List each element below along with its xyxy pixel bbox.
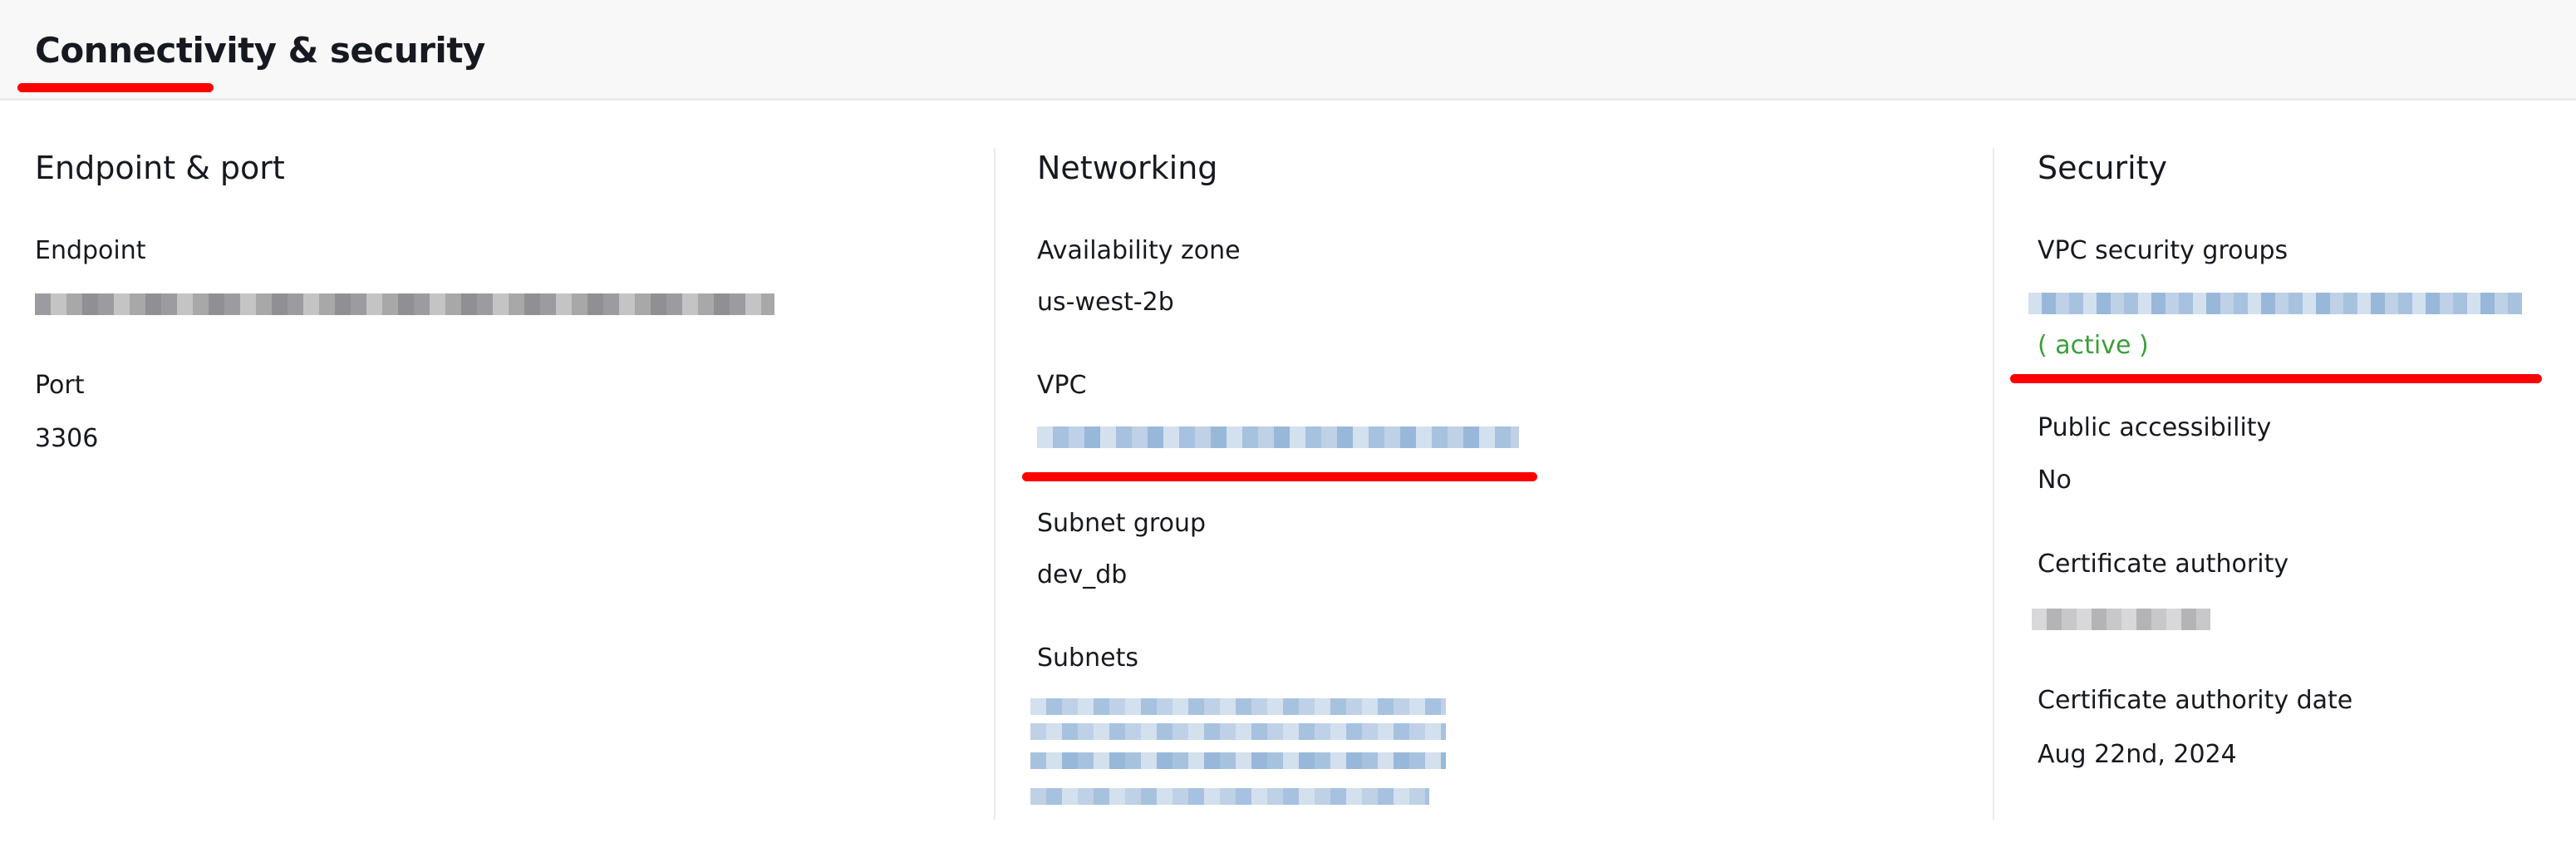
endpoint-label: Endpoint — [35, 236, 146, 265]
column-divider — [994, 148, 995, 820]
section-header: Connectivity & security — [0, 0, 2576, 101]
security-group-status: ( active ) — [2038, 331, 2149, 360]
endpoint-value-redacted[interactable] — [35, 293, 774, 315]
public-accessibility-value: No — [2038, 466, 2072, 495]
annotation-underline-security-group — [2010, 374, 2542, 383]
heading-networking: Networking — [1037, 150, 1218, 186]
subnet-item-redacted — [1030, 788, 1429, 805]
availability-zone-label: Availability zone — [1037, 236, 1241, 265]
vpc-label: VPC — [1037, 371, 1087, 400]
subnet-group-label: Subnet group — [1037, 509, 1206, 538]
vpc-security-groups-label: VPC security groups — [2038, 236, 2288, 265]
vpc-link-redacted[interactable] — [1037, 426, 1519, 448]
certificate-authority-value-redacted — [2032, 609, 2210, 630]
certificate-authority-date-value: Aug 22nd, 2024 — [2038, 740, 2237, 769]
security-group-link-redacted[interactable] — [2028, 293, 2522, 314]
public-accessibility-label: Public accessibility — [2038, 413, 2272, 442]
annotation-underline-title — [17, 83, 214, 92]
certificate-authority-date-label: Certificate authority date — [2038, 686, 2353, 715]
section-title: Connectivity & security — [35, 30, 485, 71]
heading-security: Security — [2038, 150, 2168, 186]
subnets-label: Subnets — [1037, 643, 1138, 673]
certificate-authority-label: Certificate authority — [2038, 550, 2289, 579]
port-label: Port — [35, 371, 85, 400]
subnet-item-redacted — [1030, 752, 1446, 769]
annotation-underline-vpc — [1022, 472, 1537, 481]
subnet-group-value: dev_db — [1037, 560, 1128, 589]
port-value: 3306 — [35, 424, 99, 453]
availability-zone-value: us-west-2b — [1037, 288, 1174, 317]
subnet-item-redacted — [1030, 698, 1446, 715]
column-divider — [1993, 148, 1994, 820]
subnet-item-redacted — [1030, 723, 1446, 740]
heading-endpoint-port: Endpoint & port — [35, 150, 285, 186]
